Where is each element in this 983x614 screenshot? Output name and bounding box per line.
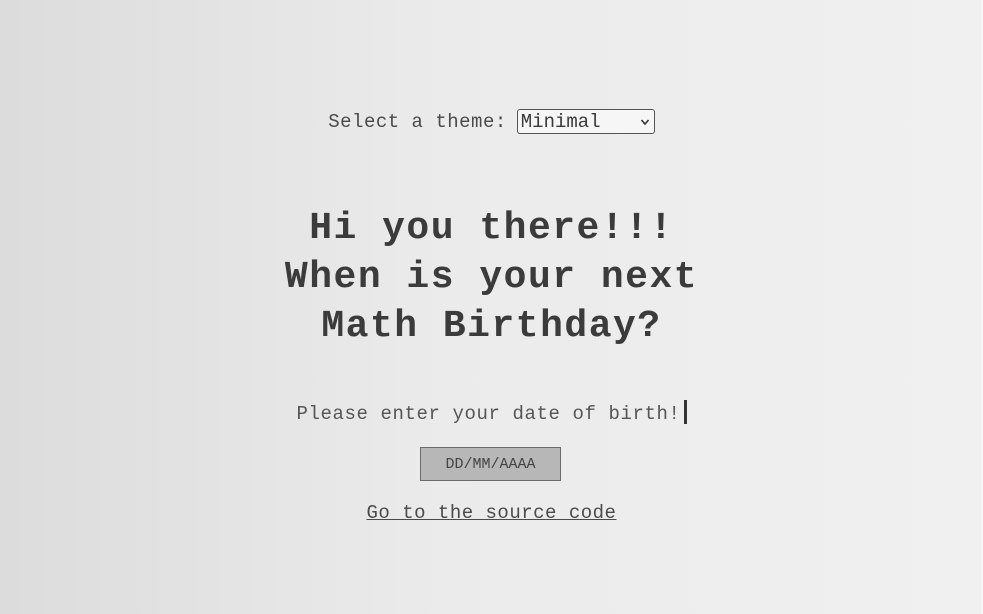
theme-select-value: Minimal [520,110,601,133]
date-of-birth-input[interactable] [420,447,561,481]
chevron-down-icon [640,118,649,125]
page-title: Hi you there!!! When is your next Math B… [0,204,983,351]
title-line-3: Math Birthday? [321,305,662,348]
theme-label: Select a theme: [328,110,507,133]
source-code-link-row: Go to the source code [0,502,983,524]
title-line-2: When is your next [284,256,699,299]
title-line-1: Hi you there!!! [309,207,674,250]
birth-date-prompt: Please enter your date of birth! [0,400,983,425]
prompt-text: Please enter your date of birth! [296,403,681,425]
source-code-link[interactable]: Go to the source code [367,502,617,524]
typing-caret [683,400,687,424]
theme-selector-row: Select a theme: Minimal [0,109,983,134]
theme-select[interactable]: Minimal [516,109,655,134]
